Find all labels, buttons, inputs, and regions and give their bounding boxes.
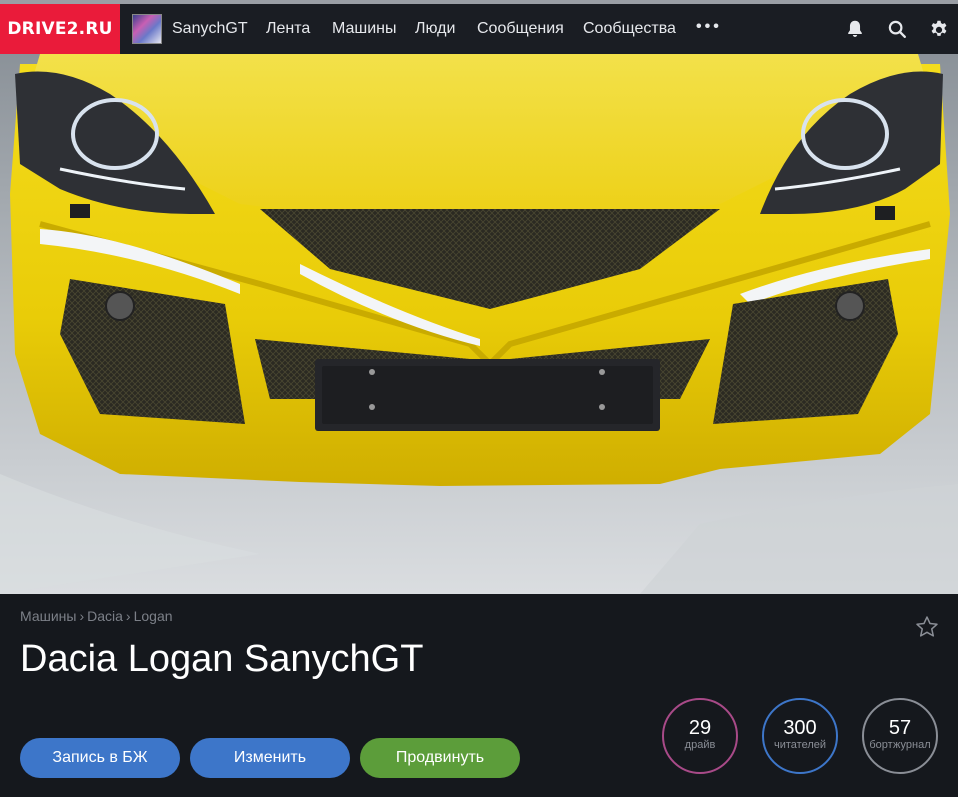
page-title: Dacia Logan SanychGT (20, 638, 424, 680)
post-to-logbook-button[interactable]: Запись в БЖ (20, 738, 180, 778)
breadcrumb-separator: › (125, 608, 131, 624)
yellow-car-front-bumper-image (0, 54, 958, 594)
stat-drive-label: драйв (684, 739, 716, 751)
breadcrumb-separator: › (79, 608, 85, 624)
gear-icon[interactable] (928, 18, 950, 40)
stat-logbook-value: 57 (888, 717, 912, 739)
stat-logbook-label: бортжурнал (869, 739, 931, 751)
search-icon[interactable] (886, 18, 908, 40)
stat-logbook[interactable]: 57 бортжурнал (862, 698, 938, 774)
top-navbar: DRIVE2.RU SanychGT Лента Машины Люди Соо… (0, 4, 958, 54)
nav-messages[interactable]: Сообщения (477, 4, 564, 54)
promote-button[interactable]: Продвинуть (360, 738, 520, 778)
nav-cars[interactable]: Машины (332, 4, 397, 54)
star-icon[interactable] (914, 614, 940, 640)
user-avatar[interactable] (132, 14, 162, 44)
nav-people[interactable]: Люди (415, 4, 455, 54)
more-menu-button[interactable]: ••• (696, 4, 722, 54)
edit-button[interactable]: Изменить (190, 738, 350, 778)
breadcrumb-cars[interactable]: Машины (20, 608, 76, 624)
car-cover-photo (0, 54, 958, 594)
stat-drive[interactable]: 29 драйв (662, 698, 738, 774)
bell-icon[interactable] (844, 18, 866, 40)
breadcrumb-logan[interactable]: Logan (134, 608, 173, 624)
nav-username[interactable]: SanychGT (172, 4, 248, 54)
site-logo[interactable]: DRIVE2.RU (0, 4, 120, 54)
stat-drive-value: 29 (688, 717, 712, 739)
nav-communities[interactable]: Сообщества (583, 4, 676, 54)
breadcrumb-dacia[interactable]: Dacia (87, 608, 123, 624)
stat-readers-value: 300 (783, 717, 817, 739)
stat-readers-label: читателей (773, 739, 826, 751)
car-info-panel: Машины › Dacia › Logan Dacia Logan SanychGT … (0, 594, 958, 797)
breadcrumb: Машины › Dacia › Logan (20, 608, 173, 624)
nav-feed[interactable]: Лента (266, 4, 310, 54)
stat-readers[interactable]: 300 читателей (762, 698, 838, 774)
